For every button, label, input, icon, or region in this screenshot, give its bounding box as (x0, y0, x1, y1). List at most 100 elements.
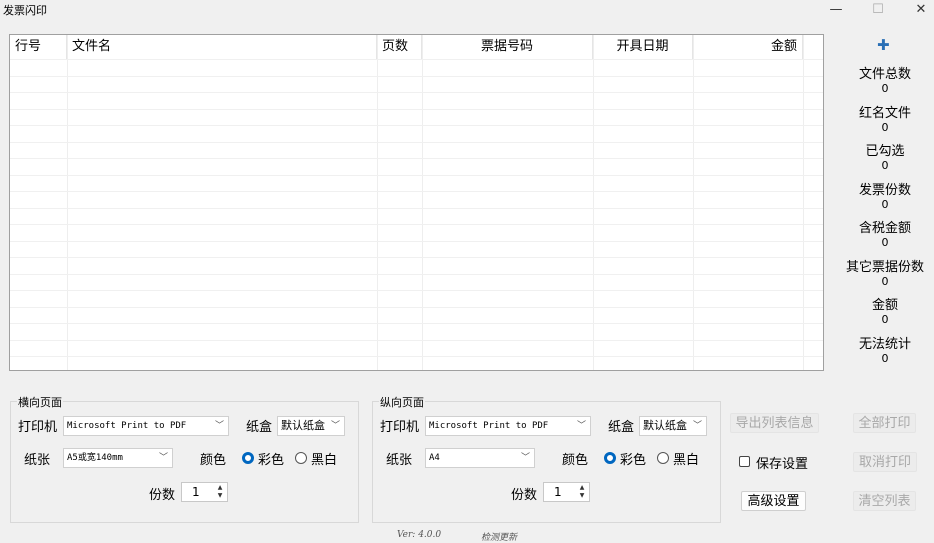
stat-label: 金额 (871, 298, 898, 313)
printer-label: 打印机 (18, 420, 58, 435)
col-pages[interactable]: 页数 (377, 35, 422, 59)
chevron-down-icon: ﹀ (576, 421, 586, 431)
col-amount[interactable]: 金额 (693, 35, 803, 59)
landscape-title: 横向页面 (17, 394, 63, 410)
stepper-arrows-icon[interactable]: ▲ ▼ (215, 484, 225, 500)
portrait-copies-stepper[interactable]: 1 ▲ ▼ (543, 482, 590, 502)
add-file-icon[interactable]: ✚ (877, 36, 890, 54)
stat-label: 红名文件 (858, 105, 911, 121)
table-row (10, 142, 823, 143)
stat-item: 发票份数 0 (836, 183, 934, 212)
export-list-button[interactable]: 导出列表信息 (730, 413, 819, 433)
table-row (10, 241, 823, 242)
stat-item: 其它票据份数 0 (836, 260, 934, 289)
color-radio[interactable] (604, 452, 616, 464)
advanced-settings-button[interactable]: 高级设置 (741, 491, 806, 511)
table-row (10, 175, 823, 176)
bw-radio[interactable] (295, 452, 307, 464)
column-divider (377, 35, 378, 370)
table-row (10, 274, 823, 275)
table-row (10, 340, 823, 341)
table-row (10, 191, 823, 192)
landscape-paper-select[interactable]: A5或宽140mm ﹀ (63, 448, 173, 468)
paper-label: 纸张 (24, 453, 51, 468)
clear-list-button[interactable]: 清空列表 (853, 491, 916, 511)
copies-value: 1 (192, 485, 200, 499)
table-row (10, 158, 823, 159)
color-radio[interactable] (242, 452, 254, 464)
printer-value: Microsoft Print to PDF (67, 421, 187, 431)
stat-item: 无法统计 0 (836, 337, 934, 366)
portrait-paper-select[interactable]: A4 ﹀ (425, 448, 535, 468)
table-row (10, 323, 823, 324)
color-label: 颜色 (562, 453, 589, 468)
copies-label: 份数 (511, 488, 538, 503)
col-row-number[interactable]: 行号 (10, 35, 67, 59)
title-bar: 发票闪印 — ☐ ✕ (0, 0, 934, 22)
version-label: Ver: 4.0.0 (397, 530, 442, 540)
bw-radio[interactable] (657, 452, 669, 464)
stat-value: 0 (881, 313, 889, 326)
save-settings-label[interactable]: 保存设置 (756, 453, 808, 472)
maximize-button[interactable]: ☐ (858, 0, 898, 22)
chevron-down-icon: ﹀ (214, 421, 224, 431)
stat-item: 文件总数 0 (836, 68, 934, 96)
table-row (10, 257, 823, 258)
table-row (10, 76, 823, 77)
color-option-label: 彩色 (258, 453, 285, 468)
stat-item: 已勾选 0 (836, 145, 934, 173)
landscape-copies-stepper[interactable]: 1 ▲ ▼ (181, 482, 228, 502)
stat-item: 红名文件 0 (836, 105, 934, 135)
portrait-printer-select[interactable]: Microsoft Print to PDF ﹀ (425, 416, 591, 436)
cancel-print-button[interactable]: 取消打印 (853, 452, 917, 472)
stepper-arrows-icon[interactable]: ▲ ▼ (577, 484, 587, 500)
column-divider (803, 35, 804, 370)
chevron-down-icon: ﹀ (158, 453, 168, 463)
print-all-button[interactable]: 全部打印 (853, 413, 916, 433)
copies-value: 1 (554, 485, 562, 499)
stat-label: 文件总数 (858, 67, 911, 82)
col-issue-date[interactable]: 开具日期 (593, 35, 693, 59)
table-row (10, 224, 823, 225)
printer-label: 打印机 (380, 420, 420, 435)
color-option-label: 彩色 (620, 453, 647, 468)
col-file-name[interactable]: 文件名 (67, 35, 377, 59)
col-invoice-number[interactable]: 票据号码 (422, 35, 593, 59)
portrait-tray-select[interactable]: 默认纸盒 ﹀ (639, 416, 707, 436)
stat-value: 0 (881, 274, 889, 288)
table-row (10, 208, 823, 209)
landscape-printer-select[interactable]: Microsoft Print to PDF ﹀ (63, 416, 229, 436)
stat-value: 0 (881, 82, 889, 95)
table-row (10, 92, 823, 93)
copies-label: 份数 (149, 488, 176, 503)
tray-label: 纸盒 (246, 420, 273, 435)
column-divider (593, 35, 594, 370)
table-row (10, 59, 823, 60)
stat-item: 含税金额 0 (836, 222, 934, 250)
file-table[interactable]: 行号 文件名 页数 票据号码 开具日期 金额 (9, 34, 824, 371)
chevron-down-icon: ﹀ (330, 421, 340, 431)
check-update-link[interactable]: 检测更新 (481, 530, 517, 543)
stat-value: 0 (881, 351, 889, 365)
column-divider (67, 35, 68, 370)
portrait-group: 纵向页面 打印机 Microsoft Print to PDF ﹀ 纸盒 默认纸盒… (372, 394, 721, 523)
table-row (10, 356, 823, 357)
color-label: 颜色 (200, 453, 227, 468)
table-row (10, 109, 823, 110)
bw-option-label: 黑白 (311, 453, 338, 468)
bw-option-label: 黑白 (673, 453, 700, 468)
printer-value: Microsoft Print to PDF (429, 421, 549, 431)
minimize-button[interactable]: — (816, 0, 856, 22)
stat-label: 含税金额 (858, 221, 911, 236)
chevron-down-icon: ﹀ (692, 421, 702, 431)
paper-value: A5或宽140mm (67, 453, 123, 463)
save-settings-checkbox[interactable] (739, 456, 750, 467)
tray-value: 默认纸盒 (281, 419, 325, 432)
stat-value: 0 (881, 236, 889, 249)
chevron-down-icon: ﹀ (520, 453, 530, 463)
stat-value: 0 (881, 120, 889, 134)
table-row (10, 290, 823, 291)
close-button[interactable]: ✕ (901, 0, 934, 22)
paper-label: 纸张 (386, 453, 413, 468)
landscape-tray-select[interactable]: 默认纸盒 ﹀ (277, 416, 345, 436)
